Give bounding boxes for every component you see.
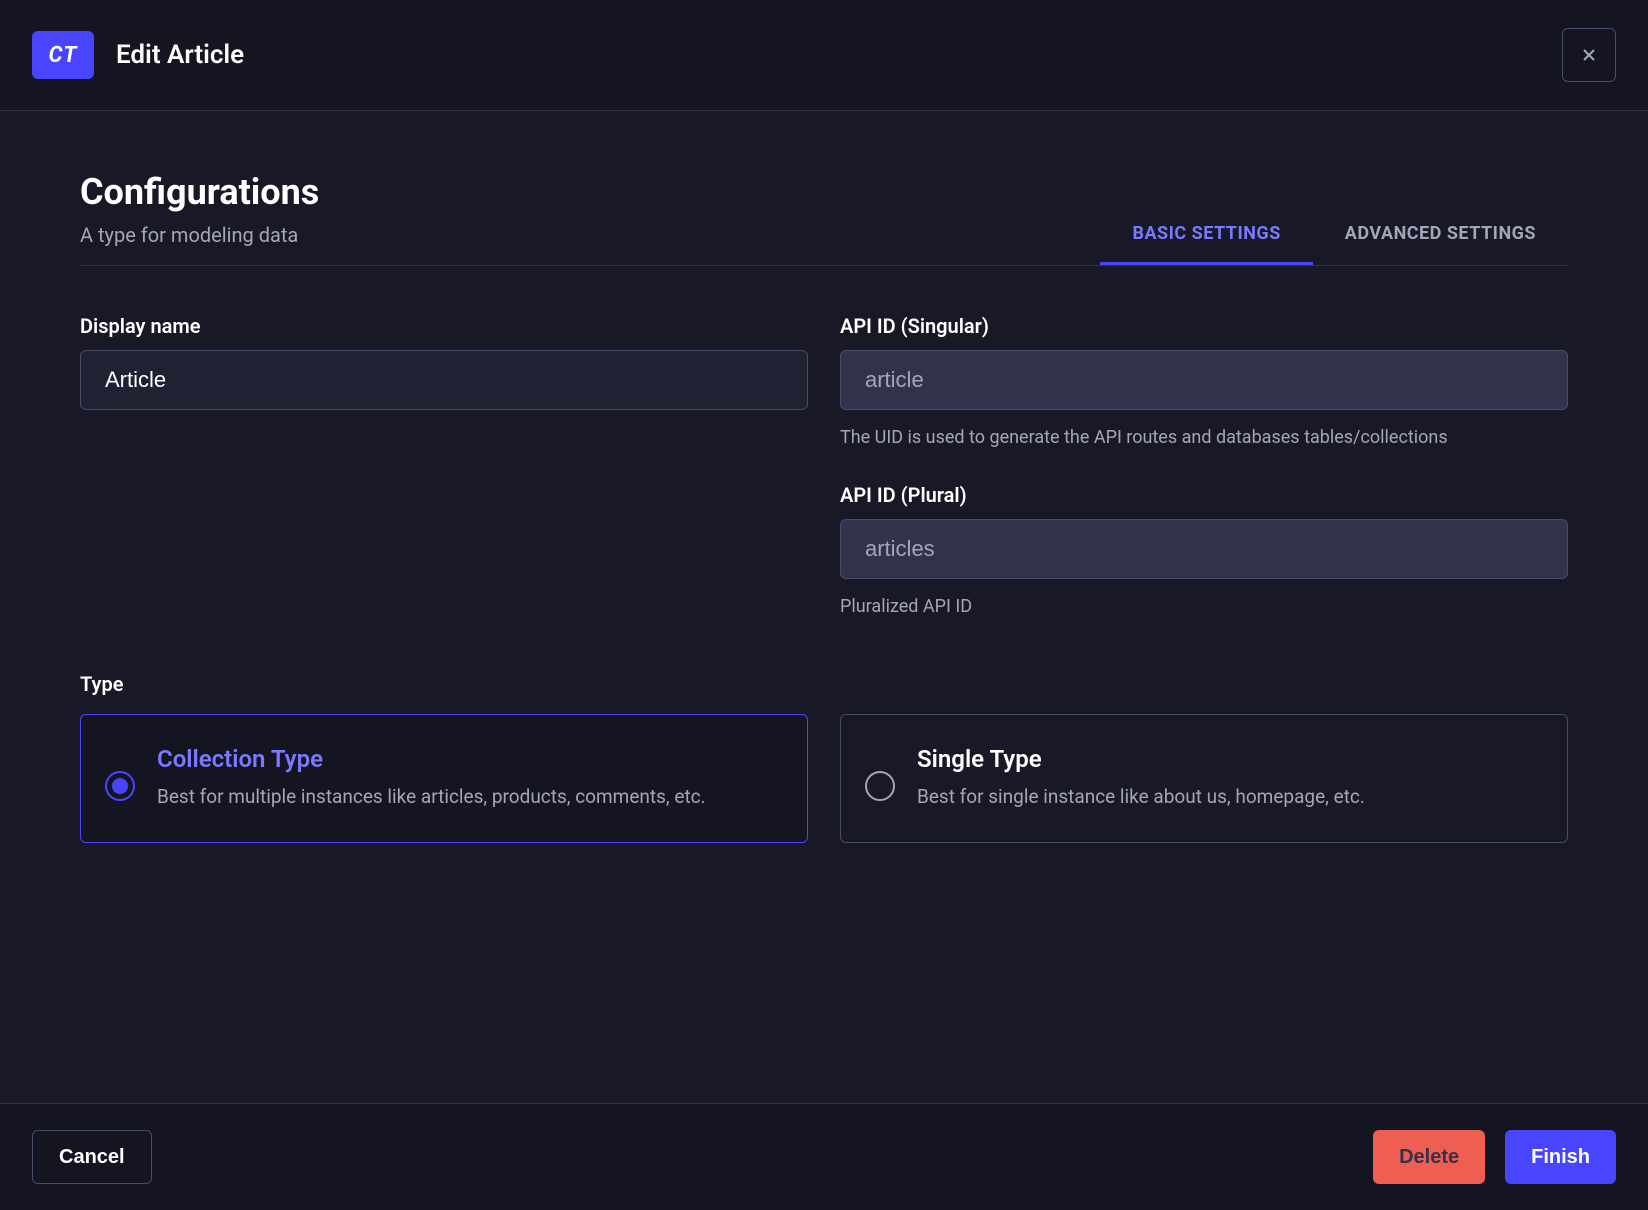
form-col-left: Display name xyxy=(80,314,808,652)
modal-content: Configurations A type for modeling data … xyxy=(0,111,1648,873)
api-id-singular-hint: The UID is used to generate the API rout… xyxy=(840,424,1568,451)
type-card-content: Collection Type Best for multiple instan… xyxy=(157,745,783,812)
type-card-content: Single Type Best for single instance lik… xyxy=(917,745,1543,812)
tab-advanced-settings[interactable]: ADVANCED SETTINGS xyxy=(1313,205,1568,265)
type-label: Type xyxy=(80,672,1568,696)
finish-button[interactable]: Finish xyxy=(1505,1130,1616,1184)
header-left: CT Edit Article xyxy=(32,31,244,79)
close-icon xyxy=(1579,45,1599,65)
api-id-plural-group: API ID (Plural) Pluralized API ID xyxy=(840,483,1568,620)
api-id-plural-hint: Pluralized API ID xyxy=(840,593,1568,620)
display-name-input[interactable] xyxy=(80,350,808,410)
display-name-label: Display name xyxy=(80,314,808,338)
tab-basic-settings[interactable]: BASIC SETTINGS xyxy=(1100,205,1312,265)
api-id-plural-input[interactable] xyxy=(840,519,1568,579)
content-type-badge: CT xyxy=(32,31,94,79)
section-header-left: Configurations A type for modeling data xyxy=(80,171,319,265)
type-card-desc: Best for single instance like about us, … xyxy=(917,783,1543,812)
section-title: Configurations xyxy=(80,171,319,213)
delete-button[interactable]: Delete xyxy=(1373,1130,1485,1184)
section-header: Configurations A type for modeling data … xyxy=(80,171,1568,266)
form-col-right: API ID (Singular) The UID is used to gen… xyxy=(840,314,1568,652)
radio-icon xyxy=(865,771,895,801)
api-id-singular-label: API ID (Singular) xyxy=(840,314,1568,338)
type-options: Collection Type Best for multiple instan… xyxy=(80,714,1568,843)
type-card-desc: Best for multiple instances like article… xyxy=(157,783,783,812)
section-subtitle: A type for modeling data xyxy=(80,223,319,247)
type-card-title: Collection Type xyxy=(157,745,783,773)
cancel-button[interactable]: Cancel xyxy=(32,1130,152,1184)
radio-icon xyxy=(105,771,135,801)
type-option-collection[interactable]: Collection Type Best for multiple instan… xyxy=(80,714,808,843)
settings-tabs: BASIC SETTINGS ADVANCED SETTINGS xyxy=(1100,205,1568,265)
api-id-plural-label: API ID (Plural) xyxy=(840,483,1568,507)
close-button[interactable] xyxy=(1562,28,1616,82)
form-grid: Display name API ID (Singular) The UID i… xyxy=(80,314,1568,652)
radio-inner-icon xyxy=(872,778,888,794)
api-id-singular-input[interactable] xyxy=(840,350,1568,410)
modal-footer: Cancel Delete Finish xyxy=(0,1103,1648,1210)
modal-header: CT Edit Article xyxy=(0,0,1648,111)
display-name-group: Display name xyxy=(80,314,808,410)
modal-title: Edit Article xyxy=(116,40,244,70)
type-option-single[interactable]: Single Type Best for single instance lik… xyxy=(840,714,1568,843)
footer-right: Delete Finish xyxy=(1373,1130,1616,1184)
api-id-singular-group: API ID (Singular) The UID is used to gen… xyxy=(840,314,1568,451)
type-section: Type Collection Type Best for multiple i… xyxy=(80,672,1568,843)
radio-inner-icon xyxy=(112,778,128,794)
type-card-title: Single Type xyxy=(917,745,1543,773)
